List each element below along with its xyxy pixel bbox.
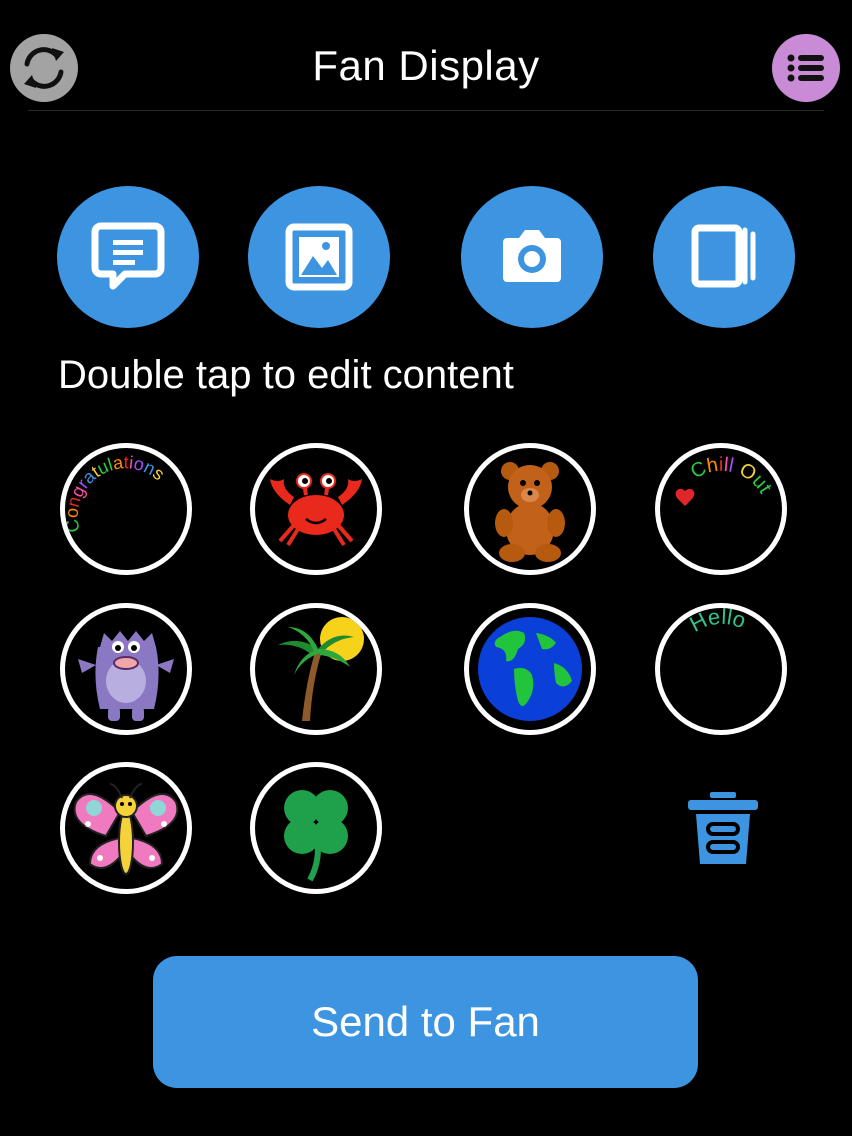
- library-icon: [691, 224, 756, 288]
- slot-palm-tree[interactable]: [250, 603, 382, 735]
- congratulations-text-art: Congratulations: [62, 452, 169, 534]
- slot-chill-out[interactable]: Chill Out: [655, 443, 787, 575]
- delete-button[interactable]: [682, 788, 764, 870]
- chill-out-label: Chill Out: [687, 454, 776, 498]
- slot-teddy-bear[interactable]: [464, 443, 596, 575]
- trash-icon: [688, 792, 758, 864]
- image-icon: [285, 223, 353, 291]
- library-button[interactable]: [653, 186, 795, 328]
- menu-button[interactable]: [772, 34, 840, 102]
- slot-congratulations[interactable]: Congratulations: [60, 443, 192, 575]
- four-leaf-clover-sticker: [284, 790, 348, 882]
- slot-clover[interactable]: [250, 762, 382, 894]
- hello-text-art: Hello: [686, 604, 750, 637]
- camera-button[interactable]: [461, 186, 603, 328]
- page-title: Fan Display: [312, 42, 540, 89]
- svg-text:Congratulations: Congratulations: [62, 452, 169, 534]
- teddy-bear-sticker: [495, 462, 565, 562]
- slot-crab[interactable]: [250, 443, 382, 575]
- slot-earth[interactable]: [464, 603, 596, 735]
- butterfly-sticker: [73, 783, 179, 875]
- crab-sticker: [270, 473, 362, 547]
- palm-tree-sticker: [278, 617, 364, 721]
- slot-butterfly[interactable]: [60, 762, 192, 894]
- chill-out-text-art: Chill Out: [675, 454, 776, 506]
- hello-label: Hello: [686, 604, 750, 637]
- add-text-button[interactable]: [57, 186, 199, 328]
- header: Fan Display: [0, 0, 852, 112]
- earth-globe-sticker: [478, 617, 582, 721]
- message-icon: [91, 222, 165, 290]
- list-menu-icon: [787, 54, 824, 82]
- header-divider: [28, 110, 824, 111]
- add-image-button[interactable]: [248, 186, 390, 328]
- send-to-fan-button[interactable]: Send to Fan: [153, 956, 698, 1088]
- slot-monster[interactable]: [60, 603, 192, 735]
- congratulations-label: Congratulations: [62, 452, 169, 534]
- svg-text:Chill Out: Chill Out: [687, 454, 776, 498]
- camera-icon: [503, 230, 561, 282]
- svg-text:Hello: Hello: [686, 604, 750, 637]
- monster-sticker: [78, 631, 174, 721]
- edit-hint: Double tap to edit content: [58, 353, 514, 397]
- slot-hello[interactable]: Hello: [655, 603, 787, 735]
